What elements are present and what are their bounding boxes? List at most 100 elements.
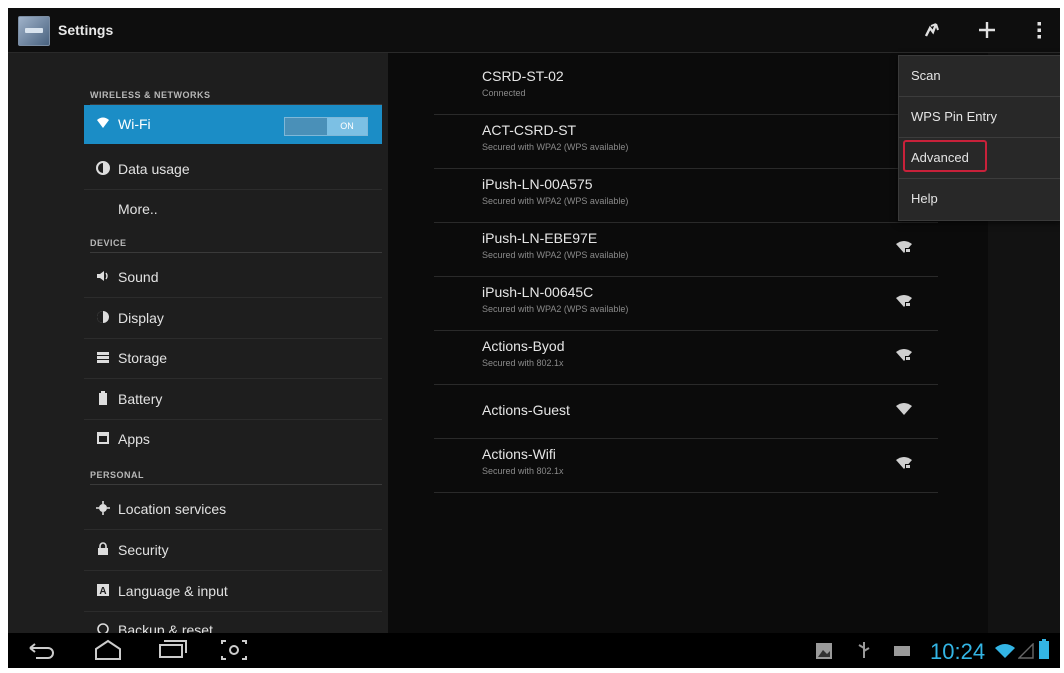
wifi-signal-locked-icon	[896, 295, 912, 307]
category-device: DEVICE	[90, 238, 382, 253]
action-bar: Settings	[8, 8, 1060, 53]
sidebar-item-label: Sound	[118, 269, 159, 285]
data-usage-icon	[96, 161, 110, 175]
sidebar-item-label: Storage	[118, 350, 168, 366]
menu-item-label: WPS Pin Entry	[911, 109, 997, 124]
network-row[interactable]: Actions-Wifi Secured with 802.1x	[434, 438, 938, 493]
network-ssid: iPush-LN-00645C	[482, 284, 594, 300]
menu-item-label: Help	[911, 191, 938, 206]
menu-item-label: Scan	[911, 68, 941, 83]
network-row[interactable]: iPush-LN-00A575 Secured with WPA2 (WPS a…	[434, 168, 938, 223]
network-ssid: Actions-Guest	[482, 402, 570, 418]
home-icon[interactable]	[90, 637, 126, 663]
action-bar-title: Settings	[58, 22, 114, 38]
wifi-icon	[97, 117, 109, 128]
toggle-state: ON	[327, 118, 367, 135]
menu-item-help[interactable]: Help	[899, 179, 1060, 219]
svg-text:A: A	[99, 586, 106, 597]
menu-item-wps-pin-entry[interactable]: WPS Pin Entry	[899, 97, 1060, 138]
category-wireless-networks: WIRELESS & NETWORKS	[90, 90, 382, 105]
sidebar-item-wifi[interactable]: Wi-Fi ON	[84, 105, 382, 144]
add-network-icon[interactable]	[970, 14, 1004, 46]
navigation-bar: 10:24	[8, 633, 1060, 668]
divider	[84, 570, 382, 571]
status-clock: 10:24	[930, 639, 986, 664]
display-icon	[97, 311, 109, 323]
sidebar-item-more[interactable]: More..	[84, 190, 382, 229]
wps-push-icon[interactable]	[916, 14, 950, 46]
network-row[interactable]: CSRD-ST-02 Connected	[434, 60, 938, 115]
sidebar-item-backup[interactable]: Backup & reset	[84, 614, 382, 633]
divider	[84, 611, 382, 612]
sidebar-item-data-usage[interactable]: Data usage	[84, 150, 382, 189]
menu-item-scan[interactable]: Scan	[899, 56, 1060, 97]
wifi-signal-locked-icon	[896, 349, 912, 361]
network-row[interactable]: Actions-Byod Secured with 802.1x	[434, 330, 938, 385]
network-ssid: ACT-CSRD-ST	[482, 122, 577, 138]
menu-item-label: Advanced	[911, 150, 969, 165]
apps-icon	[97, 432, 109, 444]
network-status: Connected	[482, 88, 526, 98]
overflow-menu-icon[interactable]	[1022, 14, 1056, 46]
sidebar-item-label: Security	[118, 542, 169, 558]
sidebar-item-language[interactable]: A Language & input	[84, 572, 382, 611]
network-ssid: CSRD-ST-02	[482, 68, 564, 84]
sidebar-item-location[interactable]: Location services	[84, 490, 382, 529]
notification-gallery-icon[interactable]	[808, 637, 844, 663]
sidebar-item-label: More..	[118, 201, 158, 217]
network-status: Secured with 802.1x	[482, 466, 564, 476]
overflow-menu: Scan WPS Pin Entry Advanced Help	[898, 55, 1060, 221]
network-status: Secured with WPA2 (WPS available)	[482, 142, 629, 152]
back-icon[interactable]	[22, 637, 58, 663]
network-row[interactable]: ACT-CSRD-ST Secured with WPA2 (WPS avail…	[434, 114, 938, 169]
network-status: Secured with 802.1x	[482, 358, 564, 368]
recent-apps-icon[interactable]	[154, 637, 190, 663]
wifi-signal-locked-icon	[896, 241, 912, 253]
sidebar-item-label: Battery	[118, 391, 163, 407]
sidebar-item-label: Wi-Fi	[118, 116, 151, 132]
screenshot-icon[interactable]	[216, 637, 252, 663]
battery-status-icon	[1039, 639, 1049, 659]
network-ssid: Actions-Wifi	[482, 446, 556, 462]
usb-icon[interactable]	[846, 637, 882, 663]
wifi-status-icon	[995, 644, 1015, 658]
sidebar-item-storage[interactable]: Storage	[84, 339, 382, 378]
sidebar-item-label: Language & input	[118, 583, 228, 599]
network-status: Secured with WPA2 (WPS available)	[482, 196, 629, 206]
lock-icon	[98, 542, 108, 555]
wifi-toggle[interactable]: ON	[284, 117, 368, 136]
backup-icon	[97, 623, 109, 633]
sidebar-item-apps[interactable]: Apps	[84, 420, 382, 459]
sidebar-item-display[interactable]: Display	[84, 299, 382, 338]
sidebar-item-battery[interactable]: Battery	[84, 380, 382, 419]
sidebar-item-security[interactable]: Security	[84, 531, 382, 570]
speaker-icon	[97, 271, 108, 281]
network-status: Secured with WPA2 (WPS available)	[482, 304, 629, 314]
sidebar-item-label: Location services	[118, 501, 227, 517]
divider	[84, 297, 382, 298]
menu-item-advanced[interactable]: Advanced	[899, 138, 1060, 179]
sd-card-icon[interactable]	[884, 637, 920, 663]
divider	[84, 378, 382, 379]
network-row[interactable]: iPush-LN-EBE97E Secured with WPA2 (WPS a…	[434, 222, 938, 277]
category-personal: PERSONAL	[90, 470, 382, 485]
sidebar-item-label: Apps	[118, 431, 150, 447]
network-ssid: Actions-Byod	[482, 338, 565, 354]
wifi-signal-locked-icon	[896, 457, 912, 469]
network-row[interactable]: Actions-Guest	[434, 384, 938, 439]
cell-signal-icon	[1018, 643, 1034, 659]
sidebar-item-label: Display	[118, 310, 164, 326]
wifi-signal-icon	[896, 403, 912, 415]
settings-app-icon[interactable]	[18, 16, 50, 46]
language-icon: A	[97, 584, 109, 597]
network-row[interactable]: iPush-LN-00645C Secured with WPA2 (WPS a…	[434, 276, 938, 331]
tablet-screen: Settings WIRELESS & NETWORKS Wi-Fi ON Da…	[8, 8, 1060, 668]
sidebar-item-sound[interactable]: Sound	[84, 258, 382, 297]
location-icon	[96, 501, 110, 515]
divider	[84, 529, 382, 530]
storage-icon	[97, 352, 109, 363]
network-status: Secured with WPA2 (WPS available)	[482, 250, 629, 260]
network-ssid: iPush-LN-EBE97E	[482, 230, 598, 246]
sidebar-item-label: Backup & reset	[118, 622, 213, 633]
sidebar-item-label: Data usage	[118, 161, 190, 177]
